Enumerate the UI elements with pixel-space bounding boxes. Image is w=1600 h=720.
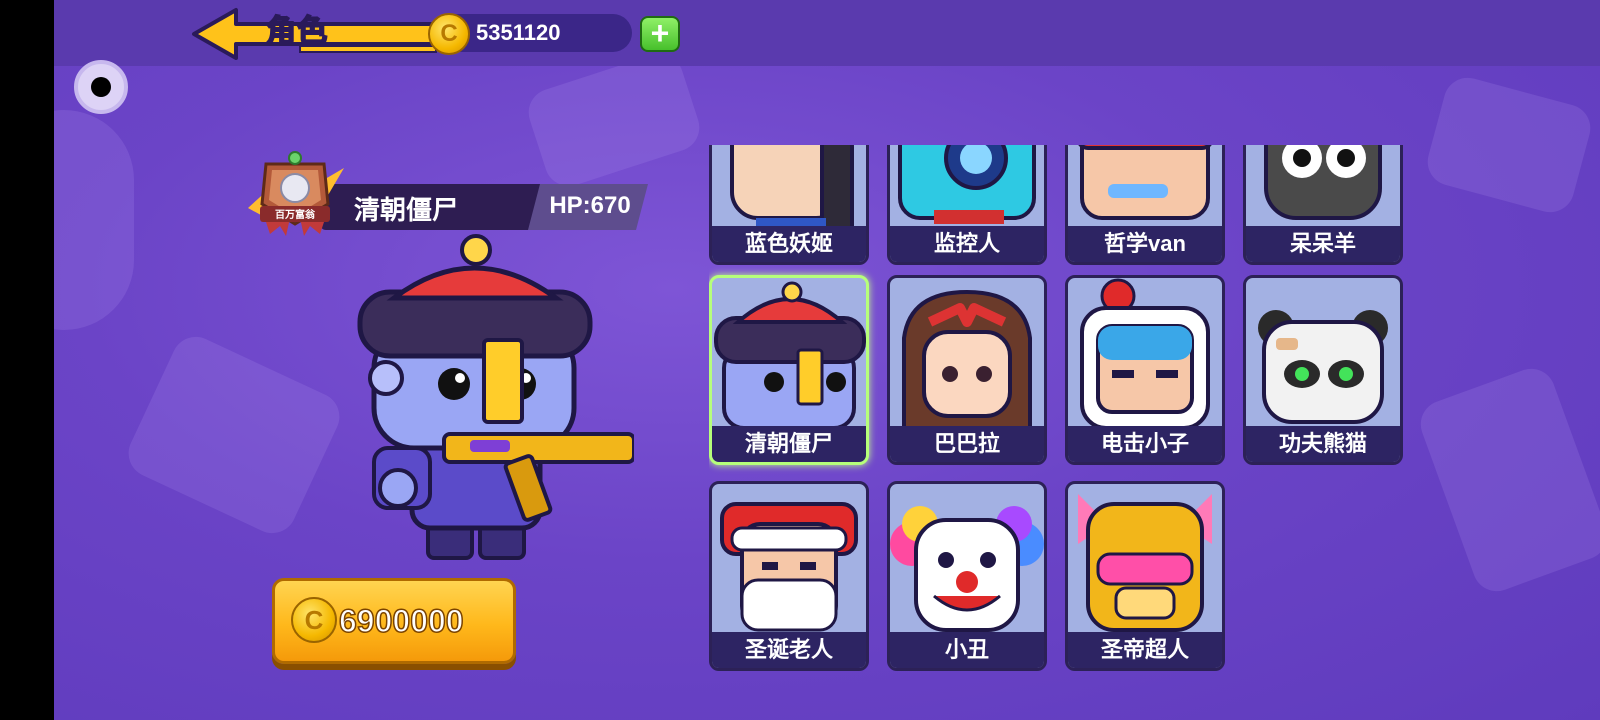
character-card[interactable]: 蓝色妖姬 — [709, 145, 869, 265]
coin-amount: 5351120 — [476, 20, 561, 45]
record-dot-icon — [91, 77, 111, 97]
character-card[interactable]: 功夫熊猫 — [1243, 275, 1403, 465]
character-card-selected[interactable]: 清朝僵尸 — [709, 275, 869, 465]
camera-man-icon — [898, 145, 1036, 224]
character-grid: 蓝色妖姬 监控人 哲学van 呆呆羊 清朝僵尸 巴巴拉 电击小子 功夫熊猫 圣诞… — [709, 145, 1421, 695]
qing-zombie-character-art — [357, 234, 634, 560]
character-label: 圣诞老人 — [712, 632, 866, 668]
character-label: 圣帝超人 — [1068, 632, 1222, 668]
character-label: 电击小子 — [1068, 426, 1222, 462]
plus-icon: + — [650, 15, 670, 51]
hp-value: HP:670 — [549, 192, 631, 219]
character-label: 呆呆羊 — [1246, 226, 1400, 262]
character-card[interactable]: 圣帝超人 — [1065, 481, 1225, 671]
philosophy-van-icon — [1078, 145, 1212, 220]
buy-price: 6900000 — [338, 602, 464, 640]
blue-enchantress-icon — [730, 145, 854, 228]
character-card[interactable]: 巴巴拉 — [887, 275, 1047, 465]
character-label: 小丑 — [890, 632, 1044, 668]
game-screen: 角色 C 5351120 + 清朝僵尸 HP:670 百万富翁 C 690000… — [54, 0, 1600, 720]
selected-character-name: 清朝僵尸 — [354, 195, 459, 225]
bg-decoration — [1414, 362, 1600, 598]
page-title: 角色 — [265, 14, 328, 49]
electric-boy-icon — [1080, 278, 1210, 428]
character-label: 功夫熊猫 — [1246, 426, 1400, 462]
bg-decoration — [54, 110, 134, 330]
character-card[interactable]: 小丑 — [887, 481, 1047, 671]
character-label: 巴巴拉 — [890, 426, 1044, 462]
coin-icon: C — [291, 597, 337, 643]
record-button[interactable] — [74, 60, 128, 114]
character-label: 哲学van — [1068, 226, 1222, 262]
silly-sheep-icon — [1264, 145, 1382, 220]
holy-superman-icon — [1078, 494, 1212, 632]
coin-icon: C — [428, 13, 470, 55]
millionaire-badge-icon: 百万富翁 — [248, 151, 344, 236]
add-coin-button[interactable]: + — [640, 16, 680, 52]
qing-zombie-icon — [714, 281, 866, 428]
barbara-icon — [902, 289, 1032, 428]
character-card[interactable]: 圣诞老人 — [709, 481, 869, 671]
character-label: 蓝色妖姬 — [712, 226, 866, 262]
bg-decoration — [1422, 72, 1596, 218]
character-card[interactable]: 电击小子 — [1065, 275, 1225, 465]
character-label: 监控人 — [890, 226, 1044, 262]
clown-icon — [890, 506, 1044, 632]
character-label: 清朝僵尸 — [712, 426, 866, 462]
character-card[interactable]: 监控人 — [887, 145, 1047, 265]
santa-claus-icon — [720, 502, 858, 632]
bg-decoration — [522, 47, 706, 193]
character-card[interactable]: 哲学van — [1065, 145, 1225, 265]
character-card[interactable]: 呆呆羊 — [1243, 145, 1403, 265]
badge-text: 百万富翁 — [275, 208, 315, 221]
buy-button[interactable]: C 6900000 — [272, 578, 516, 664]
kungfu-panda-icon — [1258, 310, 1388, 424]
